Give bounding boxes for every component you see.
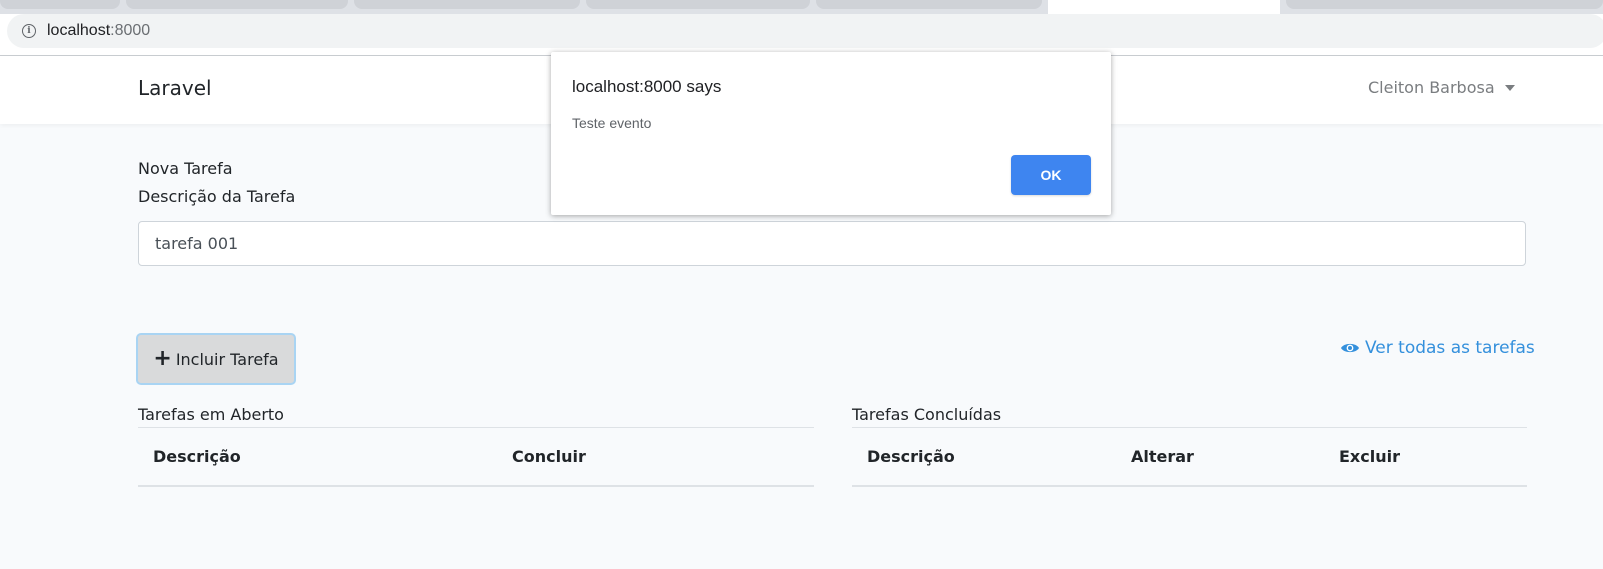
alert-dialog: localhost:8000 says Teste evento OK — [551, 52, 1111, 215]
browser-tab[interactable] — [1286, 0, 1603, 9]
done-tasks-caption: Tarefas Concluídas — [852, 405, 1002, 424]
browser-tab[interactable] — [0, 0, 120, 9]
browser-tab[interactable] — [126, 0, 348, 9]
open-tasks-caption: Tarefas em Aberto — [138, 405, 284, 424]
table-header-row: Descrição Alterar Excluir — [852, 427, 1527, 487]
browser-tab[interactable] — [586, 0, 810, 9]
url-port: :8000 — [110, 22, 151, 39]
brand-link[interactable]: Laravel — [138, 76, 212, 100]
description-label: Descrição da Tarefa — [138, 187, 296, 206]
done-tasks-table: Tarefas Concluídas Descrição Alterar Exc… — [852, 405, 1527, 487]
column-header: Descrição — [867, 447, 955, 466]
dialog-title: localhost:8000 says — [572, 77, 722, 96]
user-menu-dropdown[interactable]: Cleiton Barbosa — [1368, 78, 1515, 97]
table-header-row: Descrição Concluir — [138, 427, 814, 487]
info-icon[interactable]: i — [22, 24, 36, 38]
ok-button[interactable]: OK — [1011, 155, 1091, 195]
section-title: Nova Tarefa — [138, 159, 233, 178]
browser-toolbar: i localhost:8000 — [0, 14, 1603, 56]
url-host: localhost — [47, 22, 111, 39]
browser-tab[interactable] — [816, 0, 1042, 9]
eye-icon — [1340, 341, 1360, 355]
dialog-message: Teste evento — [572, 115, 652, 131]
open-tasks-table: Tarefas em Aberto Descrição Concluir — [138, 405, 814, 487]
description-input[interactable] — [138, 221, 1526, 266]
browser-tab-active[interactable] — [1048, 0, 1280, 14]
user-name: Cleiton Barbosa — [1368, 78, 1495, 97]
column-header: Concluir — [512, 447, 586, 466]
column-header: Excluir — [1339, 447, 1400, 466]
column-header: Descrição — [153, 447, 241, 466]
view-all-label: Ver todas as tarefas — [1365, 338, 1535, 358]
add-task-button[interactable]: + Incluir Tarefa — [136, 333, 296, 385]
chevron-down-icon — [1504, 85, 1515, 91]
view-all-tasks-link[interactable]: Ver todas as tarefas — [1340, 338, 1535, 358]
browser-tab[interactable] — [354, 0, 580, 9]
plus-icon: + — [153, 346, 172, 371]
address-bar[interactable]: i localhost:8000 — [7, 14, 1603, 48]
column-header: Alterar — [1131, 447, 1194, 466]
browser-tab-strip — [0, 0, 1603, 14]
add-task-label: Incluir Tarefa — [175, 349, 279, 369]
